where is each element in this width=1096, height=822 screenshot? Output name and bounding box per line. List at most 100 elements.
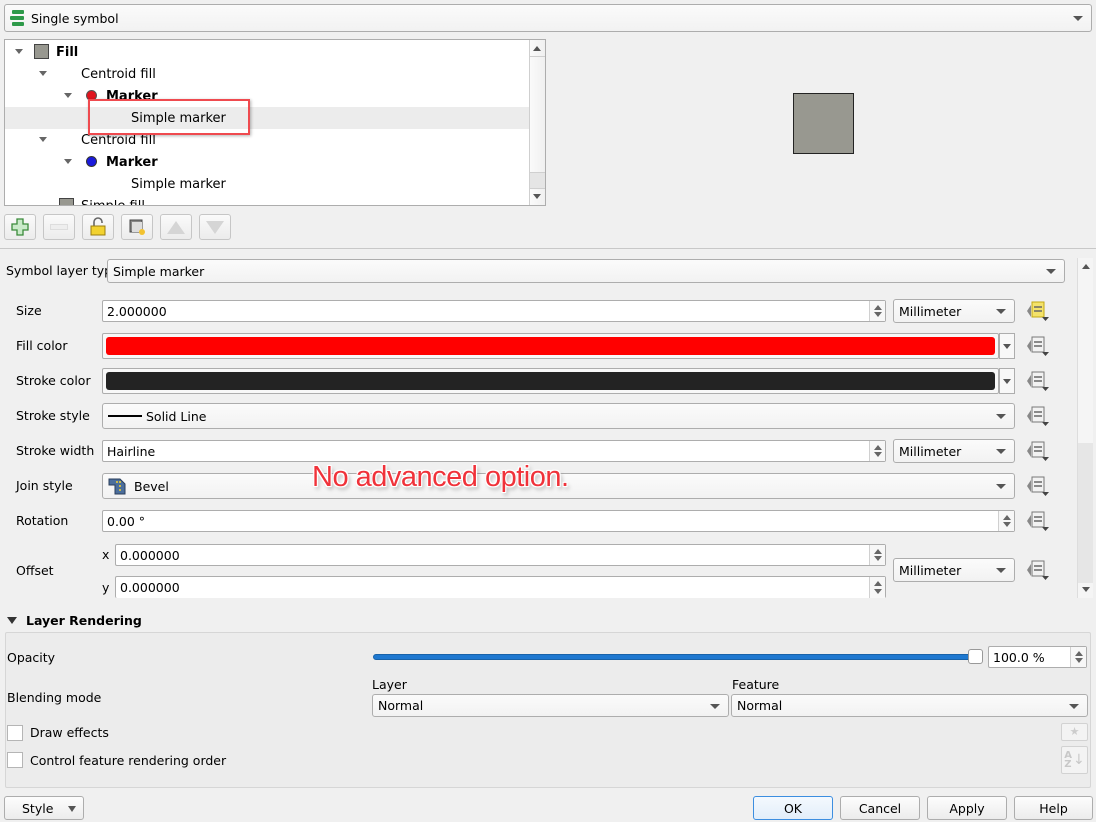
size-input[interactable]: 2.000000 — [102, 300, 886, 322]
stroke-width-label: Stroke width — [16, 443, 95, 458]
scroll-thumb[interactable] — [530, 172, 545, 189]
symbol-layer-tree[interactable]: Fill Centroid fill Marker Simple marker … — [4, 39, 546, 206]
offset-y-spinner[interactable] — [869, 577, 885, 598]
stroke-color-label: Stroke color — [16, 373, 91, 388]
size-unit-combo[interactable]: Millimeter — [893, 299, 1015, 323]
offset-y-value: 0.000000 — [120, 580, 180, 595]
layer-blend-value: Normal — [378, 698, 424, 713]
scroll-thumb[interactable] — [1078, 443, 1093, 583]
size-spinner[interactable] — [869, 301, 885, 321]
layer-blend-combo[interactable]: Normal — [372, 694, 729, 717]
tree-scrollbar[interactable] — [529, 40, 545, 205]
apply-button-label: Apply — [949, 800, 985, 816]
layer-rendering-title[interactable]: Layer Rendering — [26, 613, 142, 628]
symbol-preview — [793, 93, 854, 154]
stroke-color-dropdown[interactable] — [999, 368, 1015, 394]
sort-az-icon: AZ — [1064, 750, 1072, 770]
scroll-up-icon[interactable] — [1082, 264, 1090, 269]
chevron-down-icon — [1073, 16, 1083, 21]
data-defined-override-icon[interactable] — [1025, 475, 1051, 497]
rotation-input[interactable]: 0.00 ° — [102, 510, 1015, 532]
data-defined-override-icon[interactable] — [1025, 335, 1051, 357]
blue-marker-icon — [86, 156, 97, 167]
tree-item-simple-marker-selected[interactable]: Simple marker — [5, 107, 529, 129]
fill-color-dropdown[interactable] — [999, 333, 1015, 359]
data-defined-override-icon[interactable] — [1025, 440, 1051, 462]
highlight-annotation-box — [88, 99, 250, 135]
chevron-down-icon — [1069, 703, 1079, 709]
plus-icon — [11, 218, 29, 236]
help-button[interactable]: Help — [1014, 796, 1093, 820]
rotation-spinner[interactable] — [998, 511, 1014, 531]
rotation-value: 0.00 ° — [107, 513, 146, 529]
expand-icon — [39, 137, 47, 142]
move-down-button[interactable] — [199, 214, 231, 240]
divider — [0, 248, 1096, 249]
symbol-layer-type-combo[interactable]: Simple marker — [107, 259, 1065, 283]
fill-color-button[interactable] — [102, 333, 999, 359]
solid-line-icon — [108, 415, 142, 417]
stroke-style-combo[interactable]: Solid Line — [102, 403, 1015, 429]
tree-item-marker[interactable]: Marker — [5, 151, 529, 173]
expand-icon — [64, 159, 72, 164]
size-unit-value: Millimeter — [899, 303, 962, 319]
fill-swatch-icon — [59, 198, 74, 205]
add-layer-button[interactable] — [4, 214, 36, 240]
opacity-spinner[interactable] — [1070, 647, 1086, 667]
order-settings-button[interactable]: A Z ↓ — [1061, 746, 1088, 774]
offset-x-input[interactable]: 0.000000 — [115, 544, 886, 566]
stroke-width-unit-combo[interactable]: Millimeter — [893, 439, 1015, 463]
offset-x-label: x — [102, 547, 110, 562]
offset-unit-combo[interactable]: Millimeter — [893, 558, 1015, 582]
move-up-button[interactable] — [160, 214, 192, 240]
stroke-width-unit-value: Millimeter — [899, 443, 962, 459]
chevron-down-icon — [996, 484, 1006, 489]
offset-unit-value: Millimeter — [899, 562, 962, 578]
remove-layer-button[interactable] — [43, 214, 75, 240]
opacity-slider[interactable] — [373, 654, 977, 660]
scroll-down-icon[interactable] — [1082, 587, 1090, 592]
tree-item-simple-fill[interactable]: Simple fill — [5, 195, 529, 205]
offset-x-value: 0.000000 — [120, 547, 180, 563]
tree-item-marker[interactable]: Marker — [5, 85, 529, 107]
expand-icon — [39, 71, 47, 76]
opacity-value: 100.0 % — [993, 649, 1045, 665]
data-defined-override-icon[interactable] — [1025, 510, 1051, 532]
draw-effects-checkbox[interactable] — [7, 725, 23, 741]
opacity-input[interactable]: 100.0 % — [988, 646, 1087, 668]
opacity-slider-handle[interactable] — [968, 649, 983, 664]
ok-button[interactable]: OK — [753, 796, 833, 820]
cancel-button-label: Cancel — [858, 800, 902, 816]
control-order-checkbox[interactable] — [7, 752, 23, 768]
duplicate-layer-button[interactable] — [121, 214, 153, 240]
data-defined-override-icon[interactable] — [1025, 370, 1051, 392]
tree-item-label: Marker — [106, 154, 158, 170]
stroke-width-spinner[interactable] — [869, 441, 885, 461]
cancel-button[interactable]: Cancel — [840, 796, 920, 820]
stroke-color-button[interactable] — [102, 368, 999, 394]
apply-button[interactable]: Apply — [927, 796, 1007, 820]
stroke-width-input[interactable]: Hairline — [102, 440, 886, 462]
opacity-label: Opacity — [7, 650, 56, 665]
data-defined-override-icon[interactable] — [1025, 559, 1051, 581]
tree-item-centroid-fill[interactable]: Centroid fill — [5, 63, 529, 85]
tree-item-fill[interactable]: Fill — [5, 41, 529, 63]
lock-color-button[interactable] — [82, 214, 114, 240]
size-value: 2.000000 — [107, 303, 167, 319]
data-defined-override-icon[interactable] — [1025, 405, 1051, 427]
collapse-icon[interactable] — [7, 617, 17, 624]
renderer-combo[interactable]: Single symbol — [4, 4, 1092, 32]
offset-x-spinner[interactable] — [869, 545, 885, 565]
bevel-join-icon — [108, 478, 126, 495]
properties-scrollbar[interactable] — [1077, 258, 1093, 598]
symbol-layer-type-label: Symbol layer type — [6, 263, 120, 278]
style-menu-button[interactable]: Style — [4, 796, 84, 820]
feature-blend-combo[interactable]: Normal — [731, 694, 1088, 717]
scroll-up-icon[interactable] — [530, 40, 545, 57]
offset-y-input[interactable]: 0.000000 — [115, 576, 886, 598]
effects-settings-button[interactable]: ★ — [1061, 723, 1088, 741]
tree-item-centroid-fill[interactable]: Centroid fill — [5, 129, 529, 151]
data-defined-override-active-icon[interactable] — [1025, 300, 1051, 322]
tree-item-simple-marker[interactable]: Simple marker — [5, 173, 529, 195]
scroll-down-icon[interactable] — [530, 189, 545, 205]
